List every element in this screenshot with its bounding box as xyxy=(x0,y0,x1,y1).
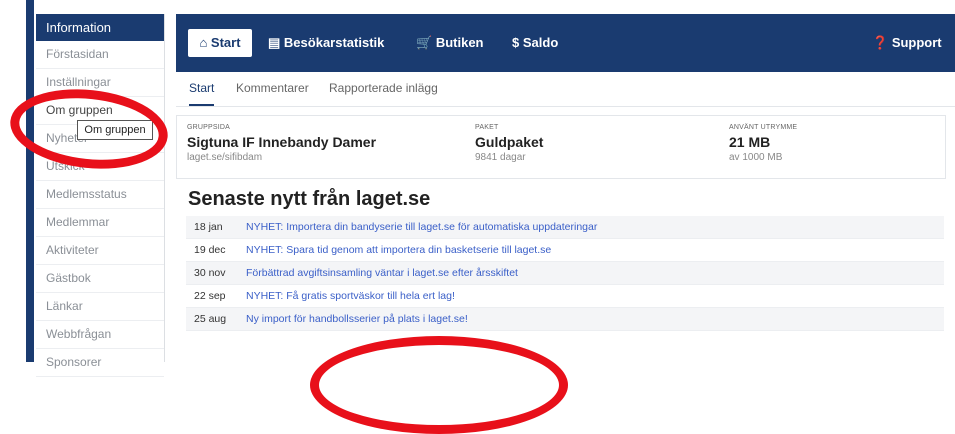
sidebar: Information Förstasidan Inställningar Om… xyxy=(36,14,165,377)
home-icon: ⌂ xyxy=(199,35,208,50)
news-link[interactable]: Ny import för handbollsserier på plats i… xyxy=(246,308,468,330)
group-info: GRUPPSIDA Sigtuna IF Innebandy Damer lag… xyxy=(187,124,376,163)
news-date: 19 dec xyxy=(194,244,226,256)
package-label: PAKET xyxy=(475,124,499,131)
nav-start-button[interactable]: ⌂ Start xyxy=(188,29,252,57)
nav-balance-link[interactable]: $ Saldo xyxy=(512,29,558,57)
storage-info: ANVÄNT UTRYMME 21 MB av 1000 MB xyxy=(729,124,797,163)
top-navigation: ⌂ Start ▤ Besökarstatistik 🛒 Butiken $ S… xyxy=(176,14,955,72)
sidebar-item-gastbok[interactable]: Gästbok xyxy=(36,265,164,293)
list-item: 30 nov Förbättrad avgiftsinsamling vänta… xyxy=(186,262,944,285)
sidebar-item-medlemmar[interactable]: Medlemmar xyxy=(36,209,164,237)
news-link[interactable]: NYHET: Spara tid genom att importera din… xyxy=(246,239,551,261)
sidebar-item-aktiviteter[interactable]: Aktiviteter xyxy=(36,237,164,265)
tab-kommentarer[interactable]: Kommentarer xyxy=(236,72,309,104)
sidebar-item-forstasidan[interactable]: Förstasidan xyxy=(36,41,164,69)
storage-label: ANVÄNT UTRYMME xyxy=(729,124,798,131)
nav-support-label: Support xyxy=(891,35,942,50)
news-link[interactable]: Förbättrad avgiftsinsamling väntar i lag… xyxy=(246,262,518,284)
annotation-circle-bottom xyxy=(310,336,568,434)
package-name: Guldpaket xyxy=(475,134,544,150)
cart-icon: 🛒 xyxy=(416,35,433,50)
sidebar-item-webbfragan[interactable]: Webbfrågan xyxy=(36,321,164,349)
left-edge xyxy=(0,0,16,362)
nav-visitor-stats-label: Besökarstatistik xyxy=(283,35,385,50)
group-info-panel: GRUPPSIDA Sigtuna IF Innebandy Damer lag… xyxy=(176,115,946,179)
news-link[interactable]: NYHET: Importera din bandyserie till lag… xyxy=(246,216,597,238)
sidebar-item-sponsorer[interactable]: Sponsorer xyxy=(36,349,164,377)
nav-start-label: Start xyxy=(210,35,241,50)
package-info: PAKET Guldpaket 9841 dagar xyxy=(475,124,543,163)
list-item: 22 sep NYHET: Få gratis sportväskor till… xyxy=(186,285,944,308)
package-days: 9841 dagar xyxy=(475,152,526,163)
tab-rapporterade-inlagg[interactable]: Rapporterade inlägg xyxy=(329,72,438,104)
group-url: laget.se/sifibdam xyxy=(187,152,263,163)
group-name: Sigtuna IF Innebandy Damer xyxy=(187,134,377,150)
news-list: 18 jan NYHET: Importera din bandyserie t… xyxy=(186,216,944,331)
nav-support-link[interactable]: ❓ Support xyxy=(872,29,942,57)
tab-bar: Start Kommentarer Rapporterade inlägg xyxy=(176,72,955,107)
left-accent-strip xyxy=(26,0,34,362)
news-date: 25 aug xyxy=(194,313,227,325)
list-item: 19 dec NYHET: Spara tid genom att import… xyxy=(186,239,944,262)
list-item: 25 aug Ny import för handbollsserier på … xyxy=(186,308,944,331)
sidebar-item-medlemsstatus[interactable]: Medlemsstatus xyxy=(36,181,164,209)
news-heading: Senaste nytt från laget.se xyxy=(188,188,431,210)
news-date: 22 sep xyxy=(194,290,226,302)
bar-chart-icon: ▤ xyxy=(268,35,281,50)
tab-start[interactable]: Start xyxy=(189,72,215,106)
dollar-icon: $ xyxy=(512,35,520,50)
news-date: 30 nov xyxy=(194,267,226,279)
nav-balance-label: Saldo xyxy=(522,35,559,50)
storage-used: 21 MB xyxy=(729,134,771,150)
nav-visitor-stats-link[interactable]: ▤ Besökarstatistik xyxy=(268,29,384,57)
news-link[interactable]: NYHET: Få gratis sportväskor till hela e… xyxy=(246,285,455,307)
group-label: GRUPPSIDA xyxy=(187,124,231,131)
news-date: 18 jan xyxy=(194,221,223,233)
question-circle-icon: ❓ xyxy=(872,35,889,50)
sidebar-header: Information xyxy=(36,14,164,41)
storage-total: av 1000 MB xyxy=(729,152,783,163)
sidebar-item-lankar[interactable]: Länkar xyxy=(36,293,164,321)
list-item: 18 jan NYHET: Importera din bandyserie t… xyxy=(186,216,944,239)
nav-shop-link[interactable]: 🛒 Butiken xyxy=(416,29,483,57)
nav-shop-label: Butiken xyxy=(435,35,484,50)
